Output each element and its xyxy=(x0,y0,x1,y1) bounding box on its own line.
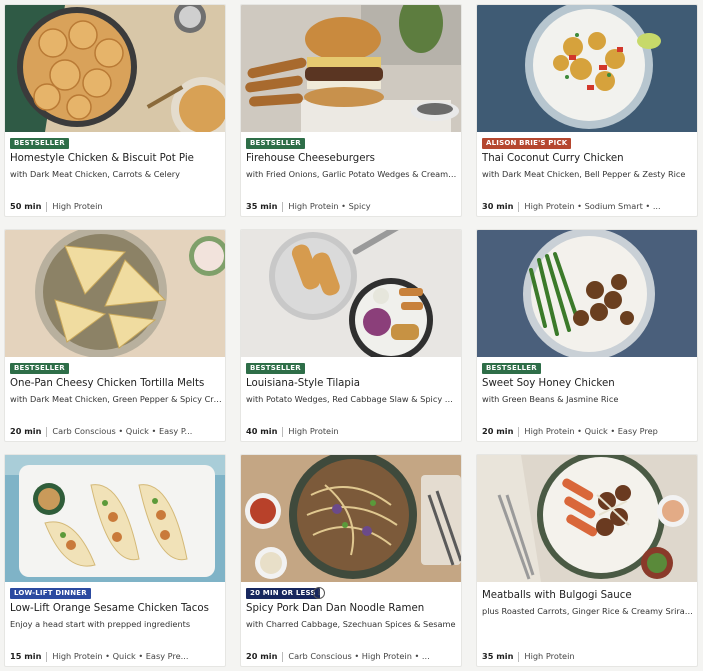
divider xyxy=(282,427,284,437)
tortilla-melts-photo xyxy=(5,230,225,357)
cook-time: 50 min xyxy=(10,201,42,211)
recipe-subtitle: with Charred Cabbage, Szechuan Spices & … xyxy=(246,619,456,629)
recipe-tags: High Protein xyxy=(52,201,103,211)
info-icon[interactable]: i xyxy=(313,587,325,599)
recipe-tags: High Protein • Sodium Smart • ... xyxy=(524,201,661,211)
status-badge: BESTSELLER xyxy=(246,363,305,374)
recipe-tags: Carb Conscious • High Protein • ... xyxy=(288,651,430,661)
recipe-subtitle: with Dark Meat Chicken, Green Pepper & S… xyxy=(10,394,222,404)
cheeseburger-photo xyxy=(241,5,461,132)
honey-chicken-photo xyxy=(477,230,697,357)
recipe-title[interactable]: Meatballs with Bulgogi Sauce xyxy=(482,590,696,601)
recipe-meta: 15 min High Protein • Quick • Easy Pre... xyxy=(10,651,224,663)
status-badge: ALISON BRIE'S PICK xyxy=(482,138,572,149)
recipe-subtitle: with Potato Wedges, Red Cabbage Slaw & S… xyxy=(246,394,458,404)
recipe-title[interactable]: Spicy Pork Dan Dan Noodle Ramen xyxy=(246,603,460,614)
recipe-title[interactable]: One-Pan Cheesy Chicken Tortilla Melts xyxy=(10,378,224,389)
status-badge: BESTSELLER xyxy=(10,363,69,374)
recipe-meta: 20 min Carb Conscious • High Protein • ..… xyxy=(246,651,460,663)
status-badge: BESTSELLER xyxy=(482,363,541,374)
cook-time: 35 min xyxy=(482,651,514,661)
recipe-meta: 50 min High Protein xyxy=(10,201,224,213)
recipe-subtitle: with Dark Meat Chicken, Bell Pepper & Ze… xyxy=(482,169,686,179)
recipe-card-meatballs[interactable]: Meatballs with Bulgogi Sauce plus Roaste… xyxy=(476,454,698,667)
status-badge: 20 MIN OR LESS xyxy=(246,588,320,599)
recipe-subtitle: with Green Beans & Jasmine Rice xyxy=(482,394,619,404)
recipe-tags: High Protein • Spicy xyxy=(288,201,371,211)
tilapia-photo xyxy=(241,230,461,357)
divider xyxy=(518,202,520,212)
recipe-card-cheeseburgers[interactable]: BESTSELLER Firehouse Cheeseburgers with … xyxy=(240,4,462,217)
divider xyxy=(282,202,284,212)
recipe-meta: 30 min High Protein • Sodium Smart • ... xyxy=(482,201,696,213)
recipe-card-honey-chicken[interactable]: BESTSELLER Sweet Soy Honey Chicken with … xyxy=(476,229,698,442)
recipe-card-tortilla-melts[interactable]: BESTSELLER One-Pan Cheesy Chicken Tortil… xyxy=(4,229,226,442)
recipe-card-tacos[interactable]: LOW-LIFT DINNER Low-Lift Orange Sesame C… xyxy=(4,454,226,667)
status-badge: BESTSELLER xyxy=(10,138,69,149)
recipe-card-ramen[interactable]: 20 MIN OR LESS i Spicy Pork Dan Dan Nood… xyxy=(240,454,462,667)
recipe-title[interactable]: Firehouse Cheeseburgers xyxy=(246,153,460,164)
divider xyxy=(518,427,520,437)
status-badge: LOW-LIFT DINNER xyxy=(10,588,91,599)
tacos-photo xyxy=(5,455,225,582)
pot-pie-photo xyxy=(5,5,225,132)
recipe-meta: 35 min High Protein • Spicy xyxy=(246,201,460,213)
recipe-title[interactable]: Low-Lift Orange Sesame Chicken Tacos xyxy=(10,603,224,614)
recipe-title[interactable]: Sweet Soy Honey Chicken xyxy=(482,378,696,389)
recipe-subtitle: Enjoy a head start with prepped ingredie… xyxy=(10,619,191,629)
curry-photo xyxy=(477,5,697,132)
recipe-tags: High Protein • Quick • Easy Pre... xyxy=(52,651,189,661)
recipe-subtitle: with Dark Meat Chicken, Carrots & Celery xyxy=(10,169,180,179)
divider xyxy=(282,652,284,662)
status-badge: BESTSELLER xyxy=(246,138,305,149)
recipe-meta: 35 min High Protein xyxy=(482,651,696,663)
cook-time: 30 min xyxy=(482,201,514,211)
divider xyxy=(518,652,520,662)
recipe-tags: High Protein xyxy=(524,651,575,661)
recipe-tags: High Protein • Quick • Easy Prep xyxy=(524,426,658,436)
cook-time: 20 min xyxy=(482,426,514,436)
recipe-tags: Carb Conscious • Quick • Easy P... xyxy=(52,426,193,436)
ramen-photo xyxy=(241,455,461,582)
divider xyxy=(46,427,48,437)
recipe-tags: High Protein xyxy=(288,426,339,436)
recipe-title[interactable]: Louisiana-Style Tilapia xyxy=(246,378,460,389)
cook-time: 40 min xyxy=(246,426,278,436)
recipe-title[interactable]: Homestyle Chicken & Biscuit Pot Pie xyxy=(10,153,224,164)
cook-time: 20 min xyxy=(246,651,278,661)
divider xyxy=(46,202,48,212)
recipe-subtitle: plus Roasted Carrots, Ginger Rice & Crea… xyxy=(482,606,694,616)
recipe-card-tilapia[interactable]: BESTSELLER Louisiana-Style Tilapia with … xyxy=(240,229,462,442)
recipe-card-pot-pie[interactable]: BESTSELLER Homestyle Chicken & Biscuit P… xyxy=(4,4,226,217)
recipe-title[interactable]: Thai Coconut Curry Chicken xyxy=(482,153,696,164)
meatballs-photo xyxy=(477,455,697,582)
cook-time: 35 min xyxy=(246,201,278,211)
recipe-meta: 40 min High Protein xyxy=(246,426,460,438)
recipe-subtitle: with Fried Onions, Garlic Potato Wedges … xyxy=(246,169,458,179)
divider xyxy=(46,652,48,662)
recipe-meta: 20 min High Protein • Quick • Easy Prep xyxy=(482,426,696,438)
cook-time: 20 min xyxy=(10,426,42,436)
recipe-card-curry[interactable]: ALISON BRIE'S PICK Thai Coconut Curry Ch… xyxy=(476,4,698,217)
cook-time: 15 min xyxy=(10,651,42,661)
recipe-meta: 20 min Carb Conscious • Quick • Easy P... xyxy=(10,426,224,438)
